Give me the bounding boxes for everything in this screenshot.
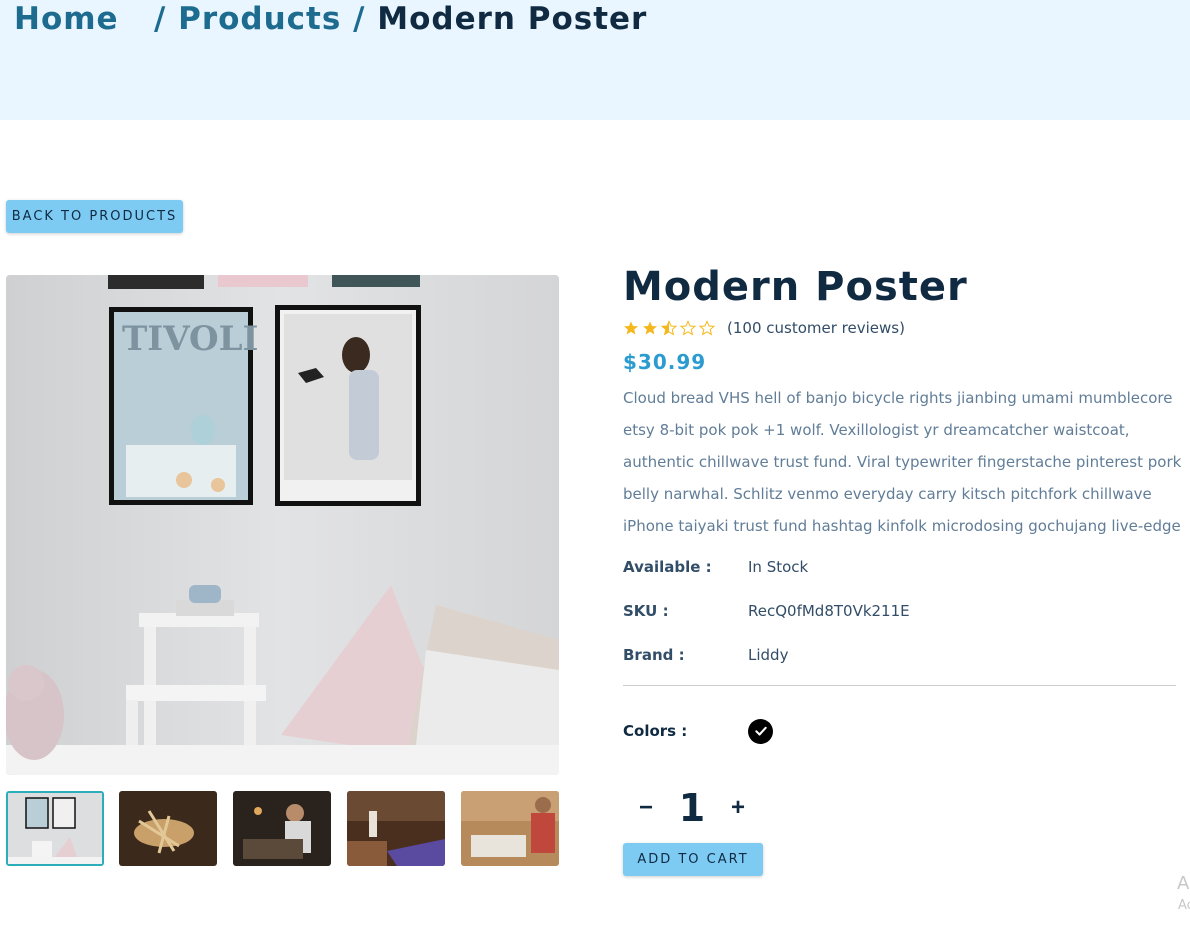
activation-watermark-subtext: Ac xyxy=(1178,898,1190,913)
gallery-thumbnail[interactable] xyxy=(233,791,331,866)
star-empty-icon xyxy=(680,320,696,336)
back-to-products-button[interactable]: BACK TO PRODUCTS xyxy=(6,200,183,233)
spec-label: SKU : xyxy=(623,602,669,620)
quantity-value: 1 xyxy=(678,786,706,830)
product-price: $30.99 xyxy=(623,350,707,374)
color-swatch-selected[interactable] xyxy=(748,718,773,744)
product-info: Modern Poster (100 customer reviews) $30… xyxy=(623,262,1181,744)
spec-brand: Brand : Liddy xyxy=(623,633,1178,677)
star-full-icon xyxy=(643,321,657,335)
gallery-thumbnail[interactable] xyxy=(347,791,445,866)
breadcrumb-separator: / xyxy=(153,1,167,37)
breadcrumb-separator: / xyxy=(353,1,366,37)
quantity-stepper: − 1 + xyxy=(623,785,761,831)
spec-label: Available : xyxy=(623,558,712,576)
star-half-icon xyxy=(661,320,677,336)
breadcrumb-home-link[interactable]: Home xyxy=(14,1,119,37)
rating: (100 customer reviews) xyxy=(623,318,1178,338)
product-title: Modern Poster xyxy=(623,264,968,310)
gallery-thumbnail[interactable] xyxy=(119,791,217,866)
spec-label: Brand : xyxy=(623,646,685,664)
breadcrumb-products-link[interactable]: Products xyxy=(178,1,341,37)
spec-sku: SKU : RecQ0fMd8T0Vk211E xyxy=(623,589,1178,633)
page-hero: Home / Products / Modern Poster xyxy=(0,0,1190,120)
spec-value: RecQ0fMd8T0Vk211E xyxy=(748,602,910,620)
image-gallery xyxy=(6,791,559,866)
star-empty-icon xyxy=(699,320,715,336)
review-count: (100 customer reviews) xyxy=(727,319,905,337)
product-main-image: TIVOLI xyxy=(6,275,559,775)
divider xyxy=(623,685,1176,686)
spec-available: Available : In Stock xyxy=(623,545,1178,589)
product-description: Cloud bread VHS hell of banjo bicycle ri… xyxy=(623,389,1182,535)
product-specs: Available : In Stock SKU : RecQ0fMd8T0Vk… xyxy=(623,545,1178,677)
spec-value: Liddy xyxy=(748,646,789,664)
gallery-thumbnail[interactable] xyxy=(6,791,104,866)
star-full-icon xyxy=(624,321,638,335)
svg-text:TIVOLI: TIVOLI xyxy=(122,319,258,359)
spec-value: In Stock xyxy=(748,558,809,576)
color-picker: Colors : xyxy=(623,718,1178,744)
check-icon xyxy=(754,726,767,736)
breadcrumb: Home / Products / Modern Poster xyxy=(14,0,647,38)
gallery-thumbnail[interactable] xyxy=(461,791,559,866)
add-to-cart-button[interactable]: ADD TO CART xyxy=(623,843,763,876)
increase-quantity-button[interactable]: + xyxy=(715,785,761,831)
activation-watermark: A xyxy=(1177,873,1190,894)
decrease-quantity-button[interactable]: − xyxy=(623,785,669,831)
colors-label: Colors : xyxy=(623,722,688,740)
breadcrumb-current: Modern Poster xyxy=(377,1,648,37)
